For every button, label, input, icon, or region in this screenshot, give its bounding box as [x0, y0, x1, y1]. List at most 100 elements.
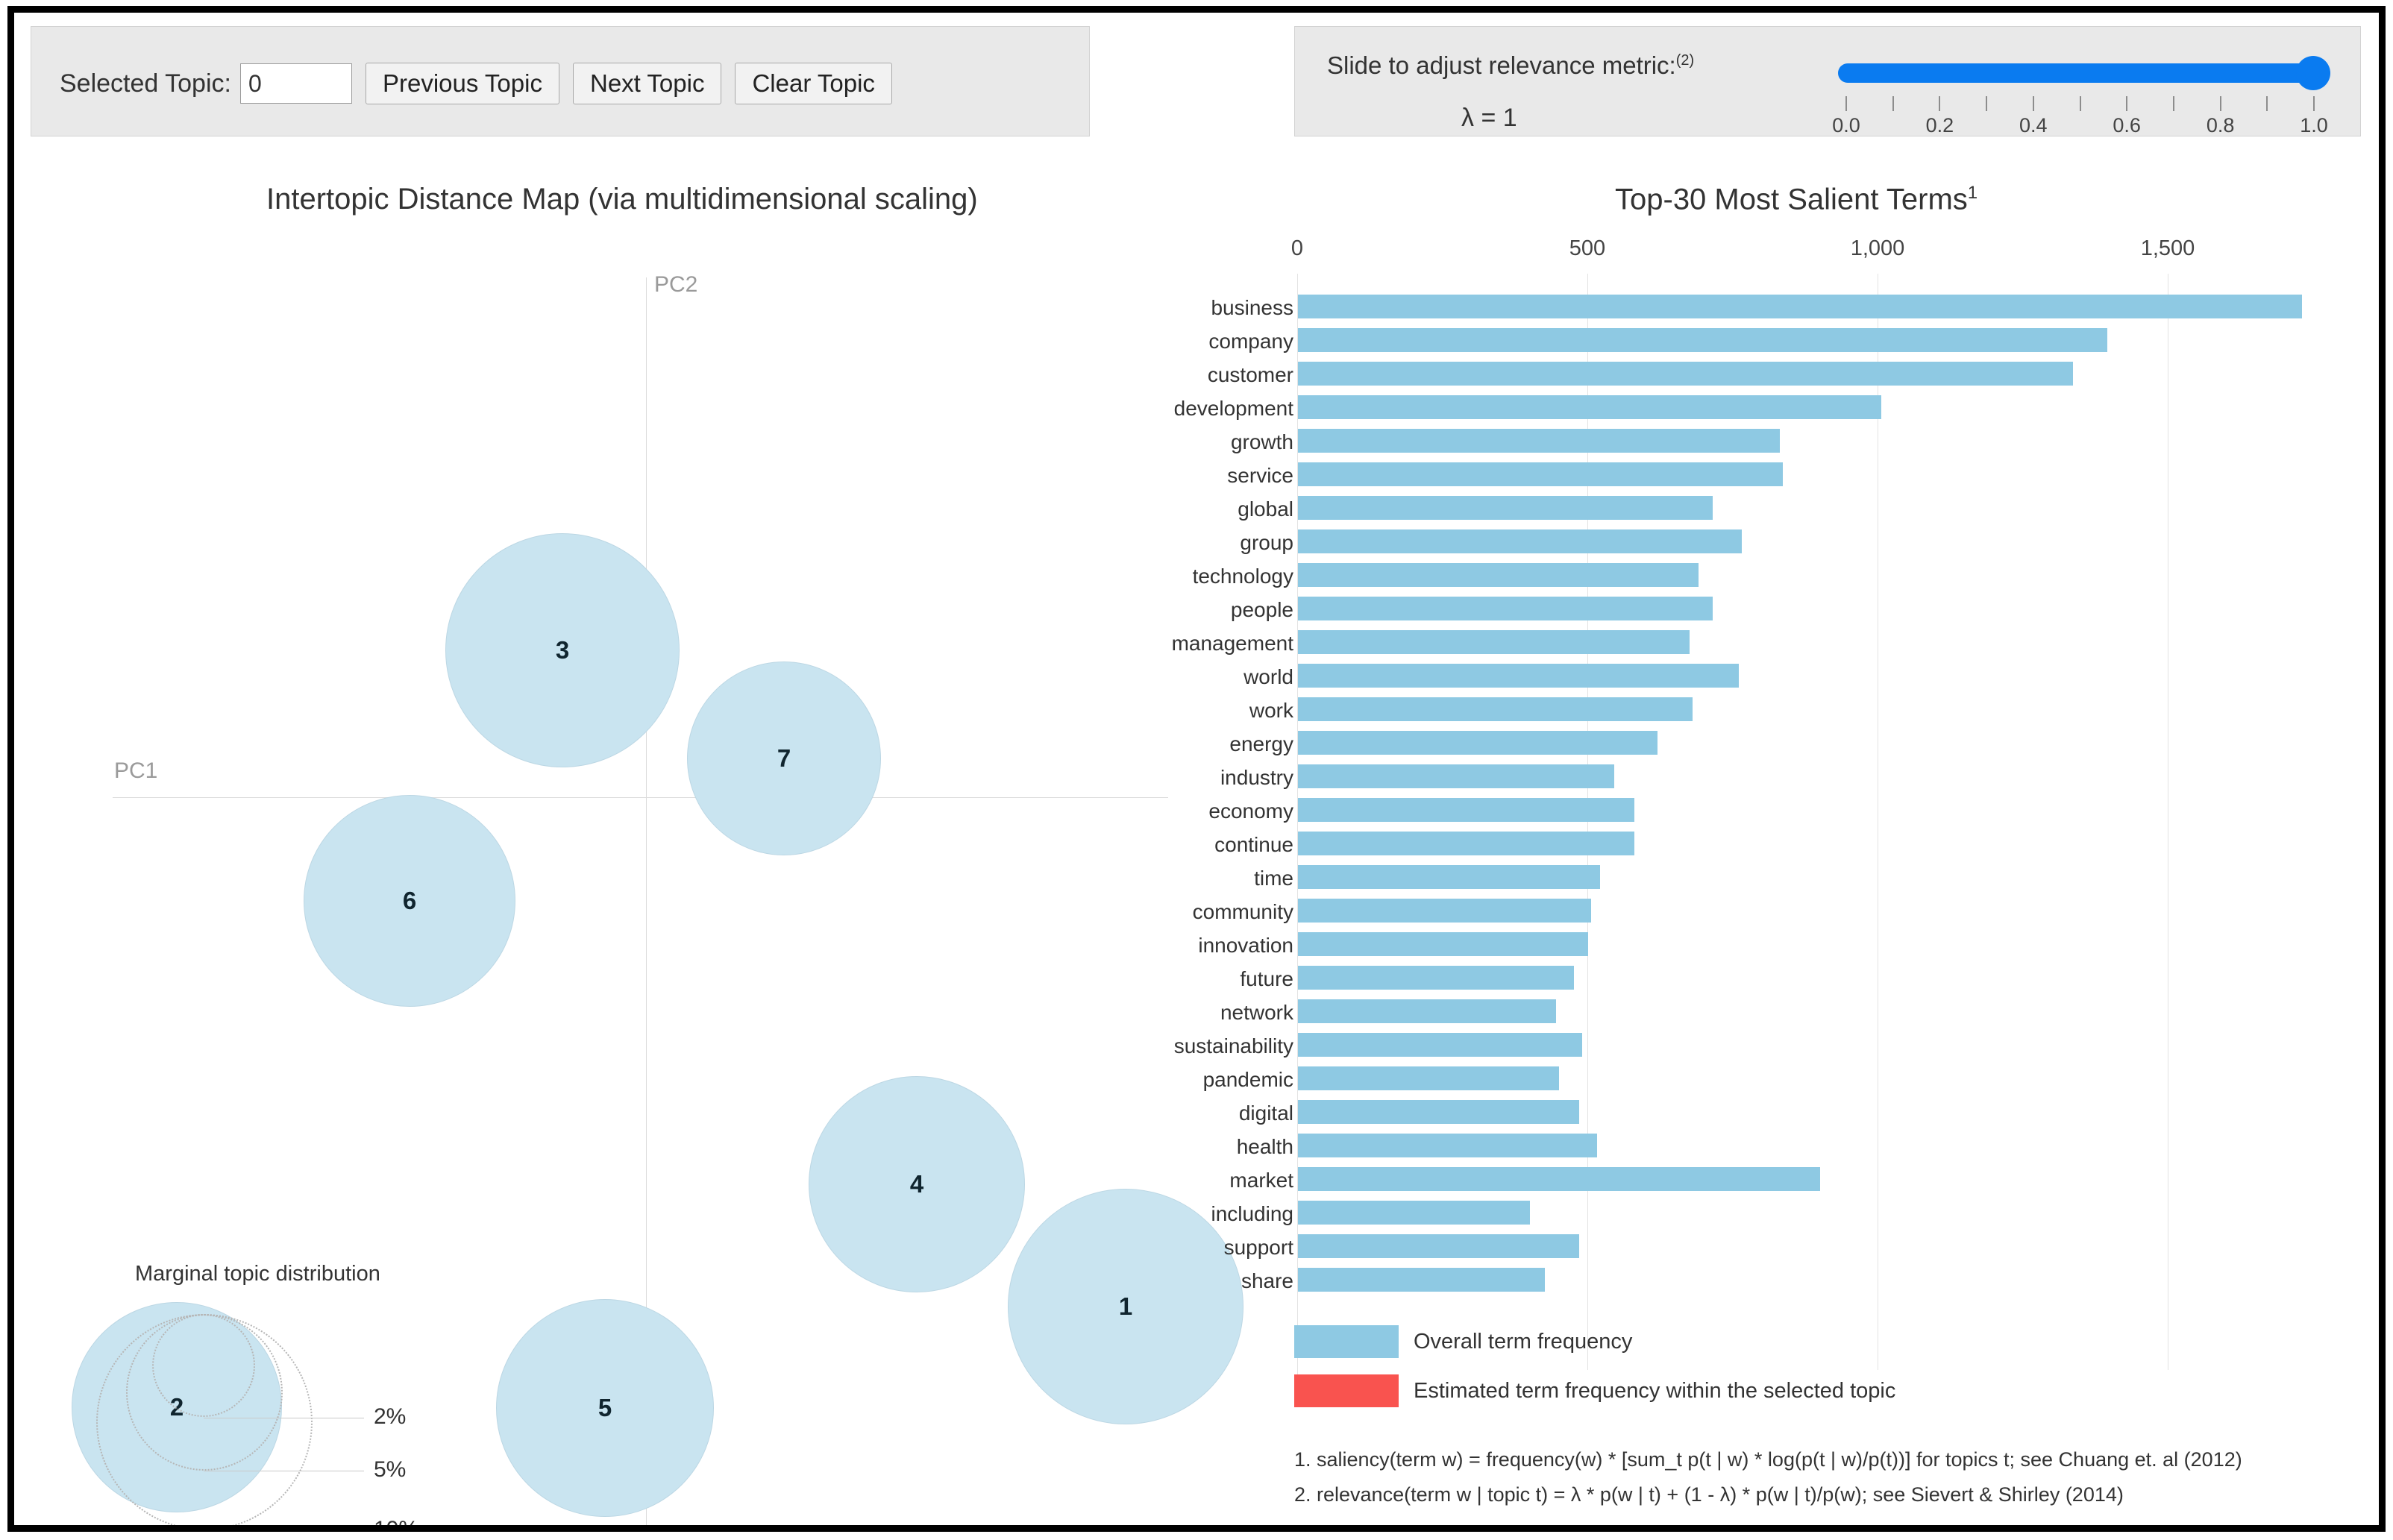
topic-control-panel: Selected Topic: Previous Topic Next Topi…	[31, 26, 1090, 136]
term-bar-sustainability[interactable]	[1298, 1033, 1583, 1057]
term-bar-health[interactable]	[1298, 1134, 1597, 1157]
term-bar-including[interactable]	[1298, 1201, 1531, 1225]
topic-bubble-5[interactable]: 5	[496, 1299, 714, 1517]
term-label-health[interactable]: health	[1237, 1135, 1293, 1159]
topic-bubble-3[interactable]: 3	[445, 533, 680, 767]
term-bar-world[interactable]	[1298, 664, 1740, 688]
topic-bubble-label-1: 1	[1118, 1292, 1133, 1320]
term-bar-group[interactable]	[1298, 529, 1743, 553]
pc1-axis-label: PC1	[114, 758, 158, 783]
x-tick-label-1,500: 1,500	[2140, 236, 2195, 260]
term-bar-support[interactable]	[1298, 1234, 1580, 1258]
term-bar-time[interactable]	[1298, 865, 1600, 889]
slider-tick-7	[2172, 96, 2174, 111]
term-bar-market[interactable]	[1298, 1167, 1821, 1191]
marginal-size-label-10pct: 10%	[374, 1517, 419, 1532]
term-bar-global[interactable]	[1298, 496, 1713, 520]
x-tick-label-0: 0	[1290, 236, 1304, 260]
term-label-group[interactable]: group	[1240, 531, 1293, 555]
term-bar-network[interactable]	[1298, 999, 1557, 1023]
legend-row-estimated: Estimated term frequency within the sele…	[1294, 1374, 1895, 1407]
term-bar-economy[interactable]	[1298, 798, 1635, 822]
slider-tick-label-0.2: 0.2	[1925, 114, 1954, 136]
term-label-innovation[interactable]: innovation	[1198, 934, 1293, 958]
slider-tick-label-0.4: 0.4	[2019, 114, 2048, 136]
marginal-size-label-2pct: 2%	[374, 1404, 407, 1429]
slider-tick-8	[2219, 96, 2221, 111]
slider-tick-10	[2313, 96, 2315, 111]
relevance-metric-instruction: Slide to adjust relevance metric:(2)	[1327, 51, 1694, 80]
slider-tick-0	[1845, 96, 1847, 111]
term-bar-customer[interactable]	[1298, 362, 2073, 386]
slider-handle[interactable]	[2296, 56, 2330, 90]
slider-track[interactable]	[1838, 63, 2313, 83]
term-label-share[interactable]: share	[1241, 1269, 1293, 1293]
relevance-slider[interactable]: 0.0 0.2 0.4 0.6 0.8 1.0	[1832, 56, 2332, 136]
term-label-management[interactable]: management	[1172, 632, 1293, 656]
term-bar-growth[interactable]	[1298, 429, 1780, 453]
intertopic-map-title: Intertopic Distance Map (via multidimens…	[266, 183, 978, 216]
term-label-future[interactable]: future	[1240, 967, 1293, 991]
legend-swatch-estimated	[1294, 1374, 1399, 1407]
term-label-including[interactable]: including	[1211, 1202, 1293, 1226]
previous-topic-button[interactable]: Previous Topic	[365, 63, 559, 104]
term-label-world[interactable]: world	[1243, 665, 1293, 689]
intertopic-distance-map: PC2 PC1 3764125 Marginal topic distribut…	[31, 236, 1243, 1525]
clear-topic-button[interactable]: Clear Topic	[735, 63, 892, 104]
topic-bubble-7[interactable]: 7	[687, 661, 881, 855]
term-label-customer[interactable]: customer	[1208, 363, 1293, 387]
term-bar-business[interactable]	[1298, 295, 2302, 318]
term-label-growth[interactable]: growth	[1231, 430, 1293, 454]
term-label-global[interactable]: global	[1238, 497, 1293, 521]
term-label-business[interactable]: business	[1211, 296, 1293, 320]
term-label-support[interactable]: support	[1224, 1236, 1293, 1260]
slider-tick-label-0.6: 0.6	[2113, 114, 2141, 136]
term-label-technology[interactable]: technology	[1193, 565, 1293, 588]
term-bar-management[interactable]	[1298, 630, 1690, 654]
term-bar-technology[interactable]	[1298, 563, 1699, 587]
term-label-network[interactable]: network	[1220, 1001, 1293, 1025]
topic-bubble-6[interactable]: 6	[304, 795, 515, 1007]
selected-topic-input[interactable]	[239, 63, 352, 104]
salient-terms-footnote-marker: 1	[1967, 183, 1978, 203]
topic-control-row: Selected Topic: Previous Topic Next Topi…	[60, 63, 892, 104]
term-bar-pandemic[interactable]	[1298, 1066, 1560, 1090]
term-label-people[interactable]: people	[1231, 598, 1293, 622]
legend-label-overall: Overall term frequency	[1414, 1329, 1633, 1354]
term-label-industry[interactable]: industry	[1220, 766, 1293, 790]
term-label-market[interactable]: market	[1229, 1169, 1293, 1192]
term-label-service[interactable]: service	[1227, 464, 1293, 488]
term-bar-energy[interactable]	[1298, 731, 1658, 755]
next-topic-button[interactable]: Next Topic	[572, 63, 722, 104]
term-label-development[interactable]: development	[1174, 397, 1293, 421]
term-label-energy[interactable]: energy	[1229, 732, 1293, 756]
term-label-economy[interactable]: economy	[1208, 799, 1293, 823]
marginal-topic-distribution-title: Marginal topic distribution	[135, 1262, 380, 1286]
term-bar-innovation[interactable]	[1298, 932, 1588, 956]
pyldavis-canvas: Selected Topic: Previous Topic Next Topi…	[14, 13, 2379, 1525]
relevance-metric-instruction-text: Slide to adjust relevance metric:	[1327, 51, 1676, 79]
term-bar-digital[interactable]	[1298, 1100, 1580, 1124]
term-bar-industry[interactable]	[1298, 764, 1614, 788]
term-label-community[interactable]: community	[1193, 900, 1293, 924]
term-label-company[interactable]: company	[1208, 330, 1293, 353]
term-bar-community[interactable]	[1298, 899, 1591, 923]
term-bar-work[interactable]	[1298, 697, 1693, 721]
term-label-time[interactable]: time	[1254, 867, 1293, 890]
term-bar-people[interactable]	[1298, 597, 1713, 620]
term-bar-service[interactable]	[1298, 462, 1783, 486]
term-bar-future[interactable]	[1298, 966, 1574, 990]
term-label-sustainability[interactable]: sustainability	[1174, 1034, 1293, 1058]
topic-bubble-4[interactable]: 4	[809, 1076, 1025, 1292]
term-label-pandemic[interactable]: pandemic	[1203, 1068, 1293, 1092]
term-label-digital[interactable]: digital	[1239, 1101, 1293, 1125]
term-label-work[interactable]: work	[1249, 699, 1293, 723]
application-window: Selected Topic: Previous Topic Next Topi…	[7, 6, 2386, 1532]
term-bar-share[interactable]	[1298, 1268, 1545, 1292]
term-bar-company[interactable]	[1298, 328, 2108, 352]
term-label-continue[interactable]: continue	[1214, 833, 1293, 857]
term-bar-development[interactable]	[1298, 395, 1881, 419]
slider-tick-9	[2266, 96, 2268, 111]
slider-tick-label-0.8: 0.8	[2206, 114, 2235, 136]
term-bar-continue[interactable]	[1298, 832, 1635, 855]
